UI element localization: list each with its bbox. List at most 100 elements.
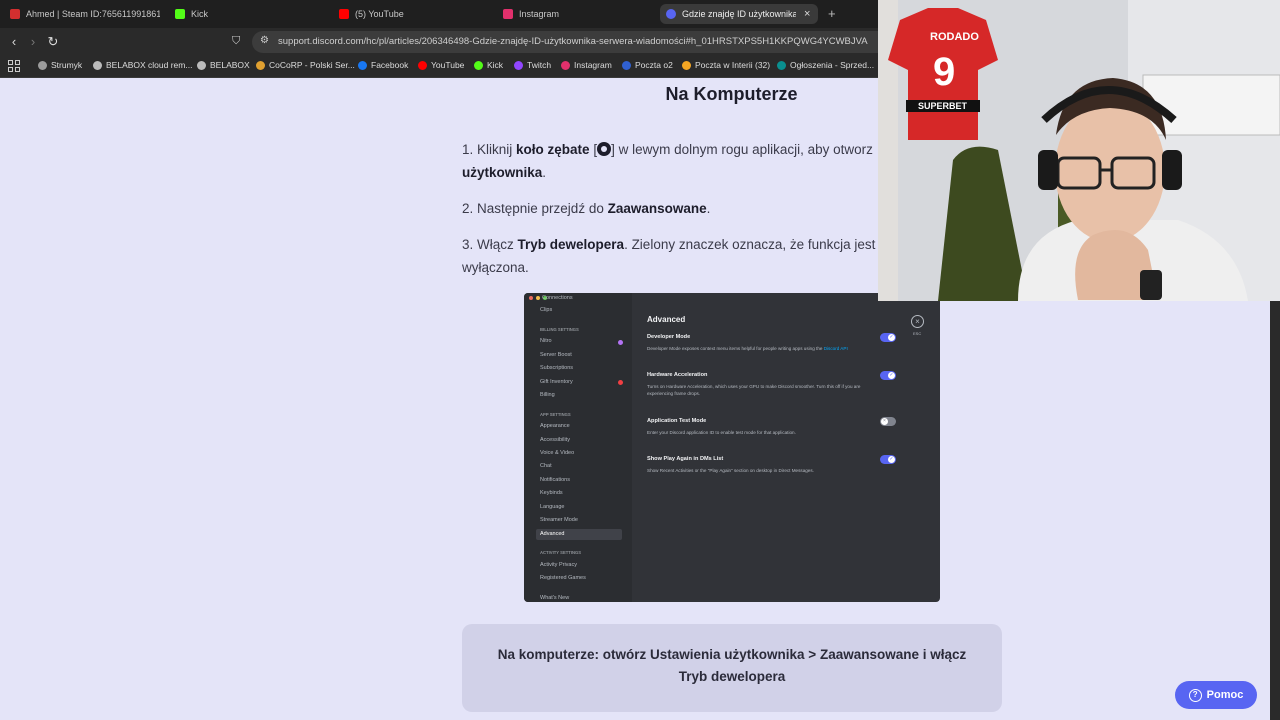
- summary-callout: Na komputerze: otwórz Ustawienia użytkow…: [462, 624, 1002, 712]
- setting-description: Enter your Discord application ID to ena…: [647, 430, 796, 435]
- sidebar-header: APP SETTINGS: [540, 412, 571, 417]
- jersey-sponsor: SUPERBET: [918, 101, 968, 111]
- step-text: 2. Następnie przejdź do: [462, 201, 608, 216]
- youtube-tab-icon: [339, 9, 349, 19]
- sidebar-header: ACTIVITY SETTINGS: [540, 550, 582, 555]
- webcam-person-image: RODADO 9 SUPERBET: [878, 0, 1280, 301]
- globe-icon: [197, 60, 206, 70]
- globe-icon: [93, 60, 102, 70]
- gear-icon: [597, 142, 612, 156]
- bookmark-label: Instagram: [574, 60, 612, 70]
- step-3-continued: wyłączona.: [462, 256, 529, 279]
- bookmark-icon[interactable]: ⛉: [232, 35, 240, 48]
- reload-icon[interactable]: ↻: [45, 34, 61, 50]
- setting-description: Show Recent Activities or the "Play Agai…: [647, 468, 814, 473]
- scrollbar[interactable]: [1270, 301, 1280, 720]
- discord-api-link: Discord API: [823, 346, 848, 351]
- summary-text: Na komputerze: otwórz Ustawienia użytkow…: [497, 647, 967, 684]
- sidebar-item: Registered Games: [540, 575, 586, 581]
- settings-sidebar: Connections Clips BILLING SETTINGS Nitro…: [524, 293, 632, 602]
- sidebar-item: Subscriptions: [540, 365, 574, 371]
- back-icon[interactable]: ‹: [6, 34, 22, 49]
- sidebar-item: Billing: [540, 392, 555, 398]
- esc-label: ESC: [913, 331, 922, 336]
- bookmark-strumyk[interactable]: Strumyk: [38, 60, 82, 70]
- discord-settings-screenshot: Connections Clips BILLING SETTINGS Nitro…: [524, 293, 940, 602]
- tab-title: Gdzie znajdę ID użytkownika/ser...: [682, 9, 796, 19]
- step-text: 3. Włącz: [462, 237, 518, 252]
- setting-title: Hardware Acceleration: [647, 372, 708, 378]
- help-label: Pomoc: [1206, 689, 1244, 701]
- site-info-icon[interactable]: ⚙: [260, 35, 269, 46]
- strumyk-icon: [38, 60, 47, 70]
- new-tab-button[interactable]: +: [828, 6, 836, 21]
- kick-icon: [474, 60, 483, 70]
- tab-title: Ahmed | Steam ID:7656119918616...: [26, 9, 160, 19]
- bookmark-belabox-cloud[interactable]: BELABOX cloud rem...: [93, 60, 192, 70]
- bookmark-youtube[interactable]: YouTube: [418, 60, 464, 70]
- tab-steam[interactable]: Ahmed | Steam ID:7656119918616...: [10, 4, 160, 24]
- tab-title: (5) YouTube: [355, 9, 404, 19]
- sidebar-item: Connections: [542, 295, 573, 301]
- kick-tab-icon: [175, 9, 185, 19]
- setting-title: Application Test Mode: [647, 418, 707, 424]
- x-icon: ×: [881, 418, 888, 425]
- check-icon: ✓: [888, 334, 895, 341]
- bookmark-ogloszenia[interactable]: Ogłoszenia - Sprzed...: [777, 60, 874, 70]
- sidebar-item-selected: Advanced: [536, 529, 622, 540]
- sidebar-item: Nitro: [540, 338, 552, 344]
- step-2: 2. Następnie przejdź do Zaawansowane.: [462, 197, 710, 220]
- play-again-toggle: ✓: [880, 455, 896, 464]
- tab-discord-support[interactable]: Gdzie znajdę ID użytkownika/ser... ×: [660, 4, 818, 24]
- close-tab-icon[interactable]: ×: [804, 8, 810, 20]
- tab-instagram[interactable]: Instagram: [503, 4, 653, 24]
- bookmark-label: Strumyk: [51, 60, 83, 70]
- sidebar-item: Streamer Mode: [540, 517, 578, 523]
- tab-title: Instagram: [519, 9, 560, 19]
- tab-youtube[interactable]: (5) YouTube: [339, 4, 489, 24]
- help-button[interactable]: ? Pomoc: [1175, 681, 1257, 709]
- bookmark-belabox[interactable]: BELABOX: [197, 60, 250, 70]
- hardware-acceleration-toggle: ✓: [880, 371, 896, 380]
- bookmark-twitch[interactable]: Twitch: [514, 60, 551, 70]
- jersey-number: 9: [933, 50, 955, 94]
- bookmark-poczta-o2[interactable]: Poczta o2: [622, 60, 673, 70]
- bookmark-label: YouTube: [431, 60, 465, 70]
- step-emphasis: użytkownika: [462, 165, 543, 180]
- address-bar[interactable]: ⚙ support.discord.com/hc/pl/articles/206…: [252, 31, 892, 53]
- tab-kick[interactable]: Kick: [175, 4, 325, 24]
- bookmark-kick[interactable]: Kick: [474, 60, 503, 70]
- bookmark-cocorp[interactable]: CoCoRP - Polski Ser...: [256, 60, 355, 70]
- notification-dot-icon: [618, 380, 623, 385]
- sidebar-item: What's New: [540, 595, 570, 601]
- instagram-tab-icon: [503, 9, 513, 19]
- sidebar-item: Activity Privacy: [540, 562, 577, 568]
- youtube-icon: [418, 60, 427, 70]
- bookmark-label: Poczta o2: [635, 60, 673, 70]
- step-text: . Zielony znaczek oznacza, że funkcja je…: [624, 237, 889, 252]
- apps-grid-icon[interactable]: [8, 60, 20, 72]
- sidebar-item: Server Boost: [540, 352, 572, 358]
- bookmark-label: CoCoRP - Polski Ser...: [269, 60, 355, 70]
- step-1: 1. Kliknij koło zębate [] w lewym dolnym…: [462, 138, 873, 161]
- bookmark-facebook[interactable]: Facebook: [358, 60, 408, 70]
- tab-title: Kick: [191, 9, 209, 19]
- bookmark-label: Twitch: [527, 60, 552, 70]
- url-text: support.discord.com/hc/pl/articles/20634…: [278, 36, 868, 47]
- sidebar-item: Appearance: [540, 423, 570, 429]
- sidebar-item: Gift Inventory: [540, 379, 573, 385]
- step-3: 3. Włącz Tryb dewelopera. Zielony znacze…: [462, 233, 889, 256]
- application-test-mode-toggle: ×: [880, 417, 896, 426]
- forward-icon[interactable]: ›: [25, 34, 41, 49]
- setting-title: Show Play Again in DMs List: [647, 456, 724, 462]
- bookmark-poczta-interia[interactable]: Poczta w Interii (32): [682, 60, 770, 70]
- developer-mode-toggle: ✓: [880, 333, 896, 342]
- bookmark-instagram[interactable]: Instagram: [561, 60, 612, 70]
- bookmark-label: Facebook: [371, 60, 409, 70]
- bookmark-label: Kick: [487, 60, 504, 70]
- step-emphasis: Tryb dewelopera: [517, 237, 625, 252]
- step-text: wyłączona.: [462, 260, 529, 275]
- instagram-icon: [561, 60, 570, 70]
- steam-tab-icon: [10, 9, 20, 19]
- sidebar-item: Keybinds: [540, 490, 563, 496]
